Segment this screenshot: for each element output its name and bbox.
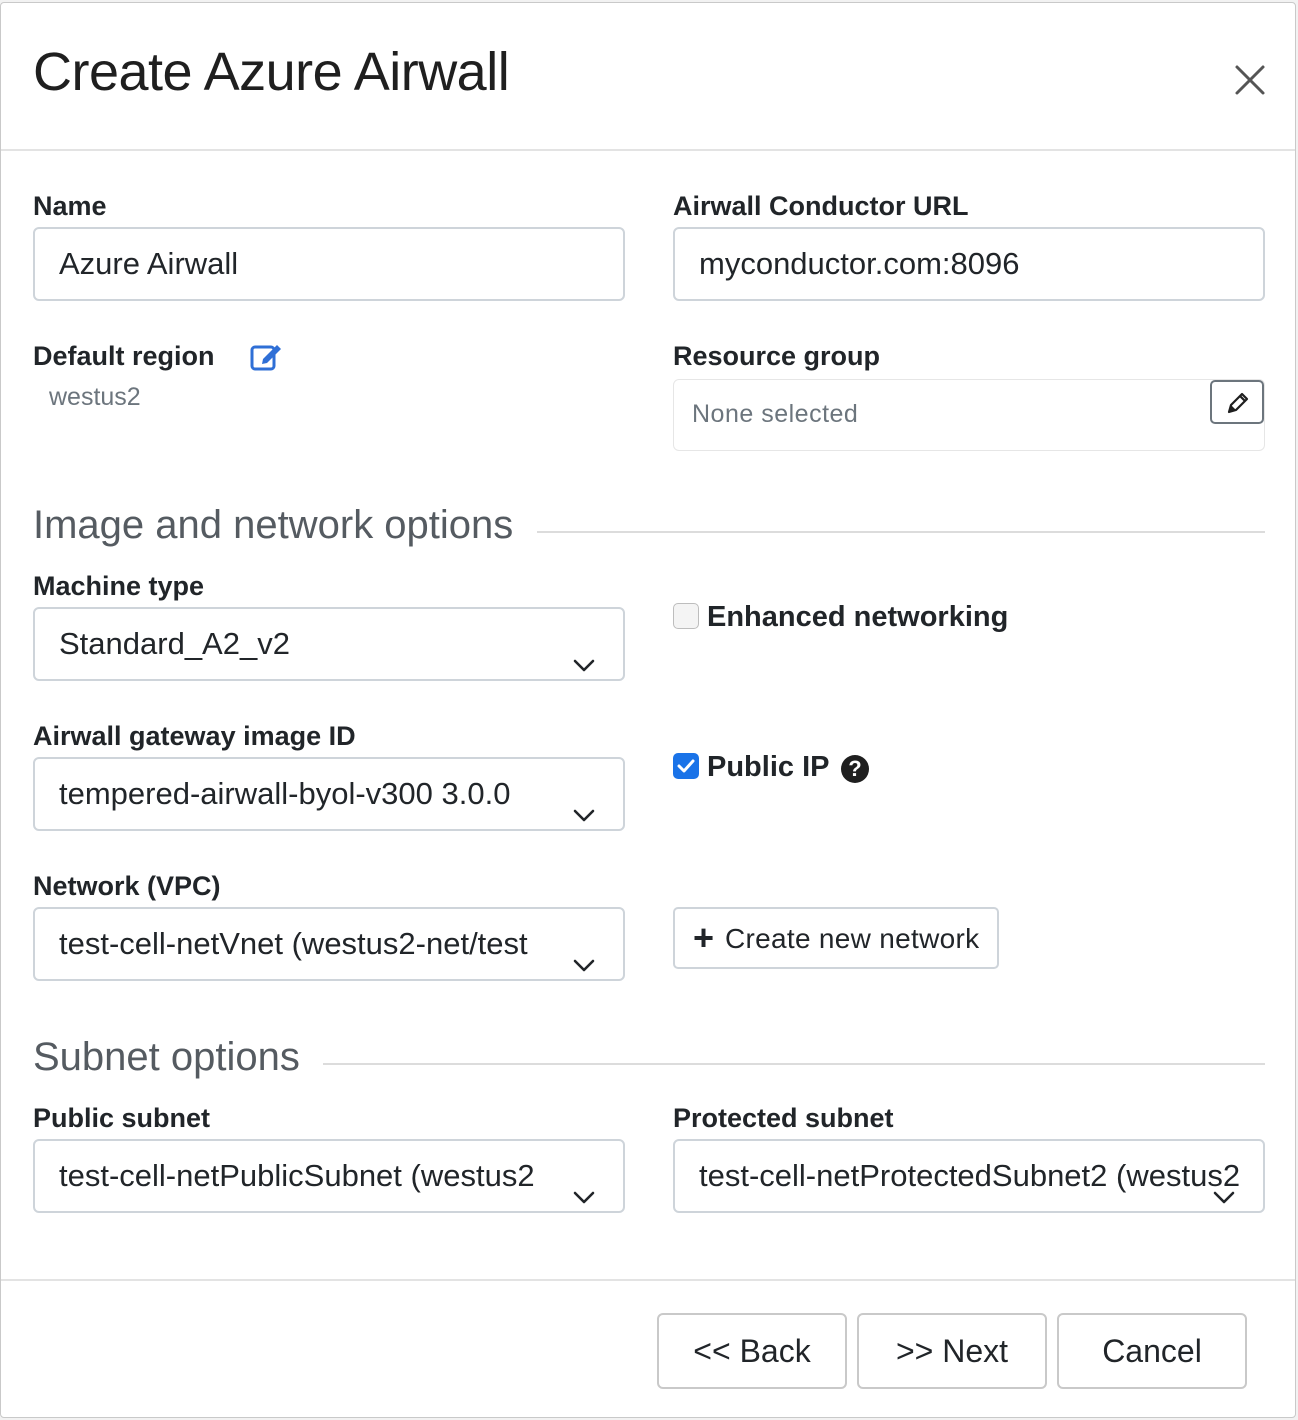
chevron-down-icon [571,933,597,972]
public-subnet-label: Public subnet [33,1103,211,1133]
image-network-section-title: Image and network options [33,503,514,547]
public-subnet-value: test-cell-netPublicSubnet (westus2 [59,1158,535,1193]
gateway-image-label: Airwall gateway image ID [33,721,356,751]
public-subnet-select[interactable]: test-cell-netPublicSubnet (westus2 [33,1139,625,1213]
dialog-footer-divider [1,1279,1295,1281]
public-ip-checkbox[interactable] [673,753,699,779]
enhanced-networking-label: Enhanced networking [707,601,1009,633]
chevron-down-icon [571,1165,597,1204]
resource-group-field: None selected [673,379,1265,451]
create-new-network-button[interactable]: + Create new network [673,907,999,969]
conductor-url-label: Airwall Conductor URL [673,191,969,221]
create-new-network-label: Create new network [725,923,980,954]
default-region-label: Default region [33,341,215,371]
edit-icon[interactable] [249,339,283,373]
protected-subnet-value: test-cell-netProtectedSubnet2 (westus2 [699,1158,1241,1193]
public-ip-label: Public IP [707,751,830,783]
name-input[interactable]: Azure Airwall [33,227,625,301]
close-icon [1235,65,1265,95]
subnet-section-title: Subnet options [33,1035,300,1079]
gateway-image-value: tempered-airwall-byol-v300 3.0.0 [59,776,511,811]
chevron-down-icon [571,633,597,672]
conductor-url-input[interactable]: myconductor.com:8096 [673,227,1265,301]
name-label: Name [33,191,107,221]
network-value: test-cell-netVnet (westus2-net/test [59,926,528,961]
machine-type-select[interactable]: Standard_A2_v2 [33,607,625,681]
section-divider [323,1063,1265,1065]
dialog-title: Create Azure Airwall [33,42,510,102]
checkmark-icon [677,759,695,773]
network-select[interactable]: test-cell-netVnet (westus2-net/test [33,907,625,981]
default-region-value: westus2 [49,383,141,411]
plus-icon: + [693,917,715,958]
back-button[interactable]: << Back [657,1313,847,1389]
dialog-header: Create Azure Airwall [1,3,1295,151]
chevron-down-icon [1211,1165,1237,1204]
gateway-image-select[interactable]: tempered-airwall-byol-v300 3.0.0 [33,757,625,831]
pencil-icon [1227,392,1249,414]
question-circle-icon[interactable]: ? [841,755,869,783]
create-airwall-dialog: Create Azure Airwall Name Azure Airwall … [0,2,1296,1418]
resource-group-placeholder: None selected [692,400,859,428]
network-label: Network (VPC) [33,871,221,901]
enhanced-networking-checkbox[interactable] [673,603,699,629]
protected-subnet-select[interactable]: test-cell-netProtectedSubnet2 (westus2 [673,1139,1265,1213]
protected-subnet-label: Protected subnet [673,1103,894,1133]
next-button[interactable]: >> Next [857,1313,1047,1389]
machine-type-value: Standard_A2_v2 [59,626,290,661]
chevron-down-icon [571,783,597,822]
machine-type-label: Machine type [33,571,205,601]
cancel-button[interactable]: Cancel [1057,1313,1247,1389]
close-button[interactable] [1227,57,1273,103]
resource-group-label: Resource group [673,341,881,371]
resource-group-edit-button[interactable] [1210,380,1264,424]
section-divider [537,531,1265,533]
